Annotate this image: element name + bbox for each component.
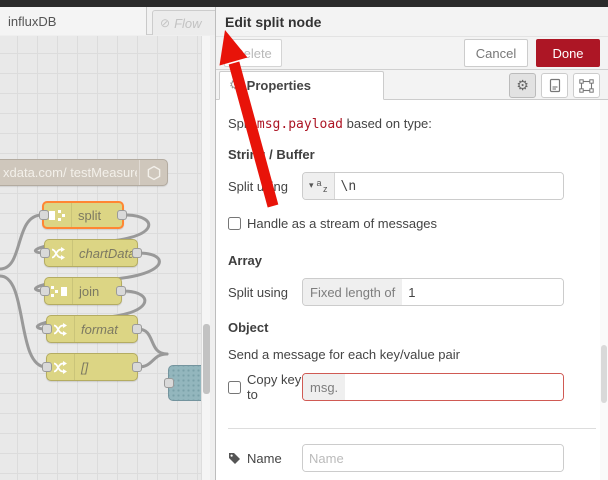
node-label: split <box>78 207 102 223</box>
string-split-input[interactable] <box>334 173 563 199</box>
msg-payload-property: msg.payload <box>256 117 343 132</box>
name-input[interactable] <box>303 445 563 471</box>
flow-scrollbar-thumb[interactable] <box>203 324 210 394</box>
split-icon <box>44 203 72 227</box>
done-button[interactable]: Done <box>536 39 600 67</box>
fixed-length-prefix: Fixed length of <box>303 279 403 305</box>
gear-icon: ⚙ <box>229 78 241 93</box>
chart-node-input-port[interactable] <box>164 378 174 388</box>
flow-node-function-format[interactable]: format <box>42 315 142 343</box>
flow-vertical-scrollbar[interactable] <box>201 36 210 480</box>
flow-canvas[interactable]: xdata.com/ testMeasurement split chartDat… <box>0 36 201 480</box>
tag-icon <box>229 452 240 464</box>
node-label: format <box>81 321 118 337</box>
node-label: join <box>79 283 100 299</box>
edit-dialog: Edit split node Delete Cancel Done ⚙ Pro… <box>215 7 608 480</box>
node-output-port[interactable] <box>117 210 127 220</box>
object-heading: Object <box>228 320 269 335</box>
influxdb-hexagon-icon <box>139 160 167 185</box>
name-row: Name <box>228 444 608 472</box>
editor-tabrow: ⚙ Properties ⚙ <box>216 70 608 100</box>
description-view-button[interactable] <box>541 73 568 98</box>
properties-view-button[interactable]: ⚙ <box>509 73 536 98</box>
node-label: chartData <box>79 245 136 261</box>
properties-form: Split msg.payload based on type: String … <box>216 100 608 480</box>
array-split-row: Split using Fixed length of <box>228 278 608 306</box>
tab-properties-label: Properties <box>246 78 311 93</box>
node-output-port[interactable] <box>132 362 142 372</box>
string-buffer-heading: String / Buffer <box>228 147 315 162</box>
join-icon <box>45 278 73 304</box>
edit-dialog-title: Edit split node <box>225 13 322 30</box>
node-output-port[interactable] <box>116 286 126 296</box>
string-split-row: Split using ▾ az <box>228 172 608 200</box>
name-label: Name <box>247 450 282 466</box>
tab-properties[interactable]: ⚙ Properties <box>219 71 384 100</box>
object-description: Send a message for each key/value pair <box>228 347 460 362</box>
type-select-button[interactable]: ▾ az <box>303 173 335 199</box>
selection-frame-icon <box>579 78 594 93</box>
stream-checkbox-row: Handle as a stream of messages <box>228 216 608 231</box>
flow-node-join-join[interactable]: join <box>40 277 126 305</box>
flow-node-chart[interactable]: c <box>164 365 201 401</box>
workspace-tabbar: influxDB ⊘ Flow <box>0 7 222 35</box>
msg-prefix: msg. <box>303 374 346 400</box>
chevron-down-icon: ▾ <box>309 181 314 191</box>
flow-node-influxdb-out[interactable]: xdata.com/ testMeasurement <box>0 159 168 186</box>
node-output-port[interactable] <box>132 324 142 334</box>
copy-key-row: Copy key to msg. <box>228 372 608 402</box>
delete-button[interactable]: Delete <box>224 39 282 67</box>
edit-dialog-header: Edit split node <box>216 7 608 37</box>
circle-slash-icon: ⊘ <box>160 16 171 30</box>
copy-key-checkbox[interactable] <box>228 380 241 394</box>
function-icon <box>47 316 75 342</box>
copy-key-input-group: msg. <box>302 373 564 401</box>
document-icon <box>549 78 560 93</box>
function-icon <box>47 354 75 380</box>
tab-flow-label: Flow <box>174 15 202 31</box>
copy-key-label: Copy key to <box>247 372 302 402</box>
app-header-bar <box>0 0 608 7</box>
cancel-button[interactable]: Cancel <box>464 39 528 67</box>
gear-icon: ⚙ <box>516 77 529 94</box>
array-split-input-group: Fixed length of <box>302 278 564 306</box>
stream-checkbox[interactable] <box>228 217 241 230</box>
stream-checkbox-label: Handle as a stream of messages <box>247 216 438 231</box>
tab-flow-disabled[interactable]: ⊘ Flow <box>152 10 222 35</box>
influx-node-label: xdata.com/ testMeasurement <box>3 165 137 180</box>
split-intro-text: Split msg.payload based on type: <box>228 116 432 132</box>
copy-key-input[interactable] <box>345 374 563 400</box>
panel-scrollbar-thumb[interactable] <box>601 345 607 403</box>
string-split-input-group: ▾ az <box>302 172 564 200</box>
split-using-label: Split using <box>228 178 288 194</box>
form-divider <box>228 428 596 429</box>
tab-influxdb-label: influxDB <box>8 13 57 29</box>
string-type-icon: az <box>316 177 328 194</box>
flow-node-split-split[interactable]: split <box>39 201 127 229</box>
split-using-label: Split using <box>228 284 288 300</box>
node-red-app: influxDB ⊘ Flow xdata.com/ testMeasur sp… <box>0 0 608 480</box>
edit-dialog-toolbar: Delete Cancel Done <box>216 37 608 70</box>
flow-workspace: influxDB ⊘ Flow xdata.com/ testMeasur sp… <box>0 7 222 480</box>
node-label: [] <box>81 359 89 375</box>
appearance-view-button[interactable] <box>573 73 600 98</box>
name-input-group <box>302 444 564 472</box>
flow-node-function-chartData[interactable]: chartData <box>40 239 142 267</box>
function-icon <box>45 240 73 266</box>
array-length-input[interactable] <box>402 279 563 305</box>
panel-vertical-scrollbar[interactable] <box>600 100 608 480</box>
node-output-port[interactable] <box>132 248 142 258</box>
array-heading: Array <box>228 253 262 268</box>
tab-influxdb[interactable]: influxDB <box>0 7 147 35</box>
flow-node-function-[interactable]: [] <box>42 353 142 381</box>
editor-view-buttons: ⚙ <box>509 73 600 98</box>
